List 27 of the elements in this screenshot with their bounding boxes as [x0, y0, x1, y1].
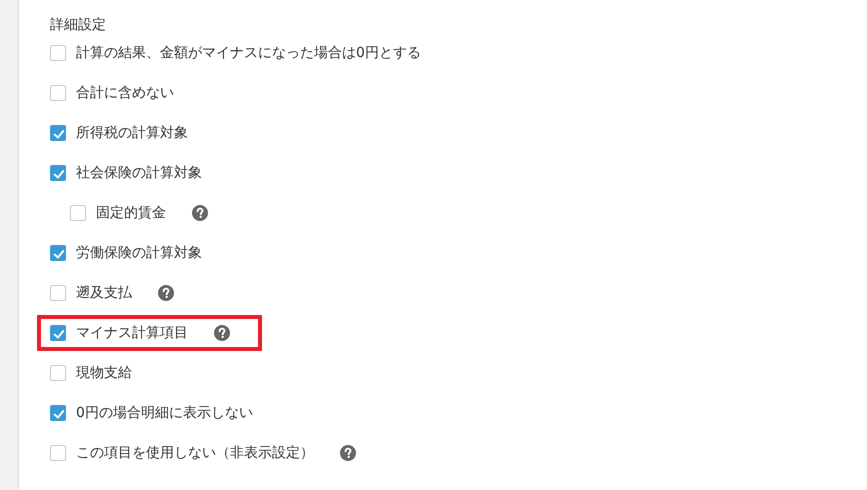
checkbox[interactable] — [50, 365, 66, 381]
checkbox[interactable] — [50, 445, 66, 461]
checkbox-label: 合計に含めない — [76, 84, 174, 102]
checkbox[interactable] — [50, 45, 66, 61]
checkbox[interactable] — [50, 85, 66, 101]
checkbox[interactable] — [50, 285, 66, 301]
checkbox-label: マイナス計算項目 — [76, 324, 188, 342]
checkbox-label: この項目を使用しない（非表示設定） — [76, 444, 314, 462]
checkbox[interactable] — [50, 125, 66, 141]
checkbox[interactable] — [50, 165, 66, 181]
checkbox-label: 遡及支払 — [76, 284, 132, 302]
help-icon[interactable] — [340, 445, 356, 461]
checkbox[interactable] — [50, 325, 66, 341]
checkbox[interactable] — [50, 245, 66, 261]
checkbox-label: 固定的賃金 — [96, 204, 166, 222]
checkbox-label: 現物支給 — [76, 364, 132, 382]
section-title: 詳細設定 — [50, 17, 107, 33]
checkbox-label: 社会保険の計算対象 — [76, 164, 202, 182]
checkbox[interactable] — [50, 405, 66, 421]
help-icon[interactable] — [192, 205, 208, 221]
checkbox-label: 計算の結果、金額がマイナスになった場合は0円とする — [76, 44, 421, 62]
help-icon[interactable] — [214, 325, 230, 341]
checkbox-label: 0円の場合明細に表示しない — [76, 404, 253, 422]
checkbox-label: 労働保険の計算対象 — [76, 244, 202, 262]
checkbox-label: 所得税の計算対象 — [76, 124, 188, 142]
checkbox[interactable] — [70, 205, 86, 221]
help-icon[interactable] — [158, 285, 174, 301]
